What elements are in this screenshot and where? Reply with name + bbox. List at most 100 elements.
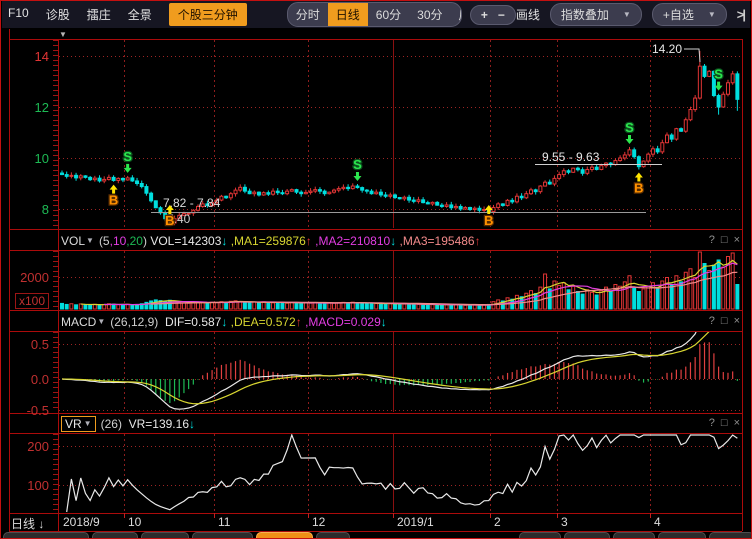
- date-label-2018/9: 2018/9: [63, 515, 100, 529]
- macd-scale-label: -0.5: [11, 403, 49, 418]
- pager-segment[interactable]: [92, 532, 138, 539]
- menu-item-1[interactable]: 诊股: [46, 6, 70, 23]
- chevron-down-icon: ▼: [84, 419, 92, 428]
- price-label-8: 8: [11, 202, 49, 217]
- pager-gap: [353, 532, 516, 539]
- buy-range-annotation: 9.55 - 9.63: [542, 150, 600, 164]
- vol-readout: (5,10,20) VOL=142303↓ ,MA1=259876↑ ,MA2=…: [99, 234, 481, 248]
- index-overlay-dropdown[interactable]: 指数叠加 ▼: [550, 3, 642, 26]
- vol-readout-seg-11: ↑: [475, 234, 481, 248]
- separator-line: [9, 513, 742, 514]
- vr-readout-seg-2: ↓: [189, 417, 195, 431]
- collapse-panel-icon[interactable]: >|: [737, 7, 744, 22]
- frame-vline: [742, 39, 743, 531]
- arrow-down-icon: ↓: [38, 517, 44, 531]
- buy-arrow-icon: [166, 205, 174, 214]
- maximize-icon[interactable]: □: [721, 234, 728, 246]
- vol-readout-seg-6: ,MA1=259876: [227, 234, 305, 248]
- vr-scale-label: 100: [11, 478, 49, 493]
- help-icon[interactable]: ?: [709, 417, 715, 429]
- vol-scale-label: 2000: [11, 270, 49, 285]
- vol-readout-seg-10: ,MA3=195486: [396, 234, 474, 248]
- date-label-11: 11: [218, 515, 230, 529]
- toolbar: F10 诊股擂庄全景 个股三分钟 分时日线60分30分周线▼ + − 画线 指数叠…: [2, 1, 750, 28]
- pager-segment[interactable]: [141, 532, 189, 539]
- axis-tick-ruler: [53, 434, 58, 512]
- vol-readout-seg-2: ,20: [126, 234, 143, 248]
- buy-marker: B: [165, 213, 174, 228]
- stock-app-window: F10诊股擂庄全景 个股三分钟 分时日线60分30分周线▼ + − 画线 指数叠…: [0, 0, 752, 539]
- zoom-out-button[interactable]: −: [498, 8, 505, 22]
- price-label-10: 10: [11, 151, 49, 166]
- help-icon[interactable]: ?: [709, 234, 715, 246]
- buy-arrow-icon: [110, 185, 118, 194]
- pager-segment[interactable]: [192, 532, 253, 539]
- macd-panel-icons: ? □ ×: [709, 315, 740, 327]
- chart-corner-dropdown[interactable]: ▼: [59, 30, 67, 39]
- period-tab-3[interactable]: 30分: [409, 3, 450, 26]
- pager-segment[interactable]: [709, 532, 752, 539]
- macd-readout-seg-5: ,MACD=0.029: [302, 315, 381, 329]
- date-pager: [3, 532, 752, 539]
- menu-item-3[interactable]: 全景: [128, 6, 152, 23]
- add-watchlist-button[interactable]: +自选 ▼: [652, 3, 727, 26]
- period-indicator-label: 日线: [11, 517, 35, 531]
- high-price-annotation: 14.20: [652, 42, 682, 56]
- pager-segment[interactable]: [316, 532, 350, 539]
- macd-readout-seg-0: (26,12,9): [110, 315, 165, 329]
- pager-segment[interactable]: [564, 532, 610, 539]
- maximize-icon[interactable]: □: [721, 417, 728, 429]
- stock-3min-button[interactable]: 个股三分钟: [169, 3, 247, 26]
- chevron-down-icon: ▼: [623, 10, 631, 19]
- period-tab-2[interactable]: 60分: [368, 3, 409, 26]
- draw-line-button[interactable]: 画线: [516, 6, 540, 23]
- toolbar-menu: F10 诊股擂庄全景: [8, 6, 169, 23]
- close-icon[interactable]: ×: [734, 234, 740, 246]
- menu-item-2[interactable]: 擂庄: [87, 6, 111, 23]
- vr-scale-label: 200: [11, 439, 49, 454]
- pager-segment[interactable]: [519, 532, 561, 539]
- buy-marker: B: [484, 213, 493, 228]
- vol-panel-icons: ? □ ×: [709, 234, 740, 246]
- period-tab-0[interactable]: 分时: [288, 3, 328, 26]
- vol-header: VOL ▼ (5,10,20) VOL=142303↓ ,MA1=259876↑…: [61, 231, 711, 250]
- macd-indicator-button[interactable]: MACD: [61, 315, 96, 329]
- date-label-4: 4: [654, 515, 661, 529]
- period-tab-1[interactable]: 日线: [328, 3, 368, 26]
- price-label-14: 14: [11, 49, 49, 64]
- macd-readout-seg-3: ,DEA=0.572: [227, 315, 295, 329]
- vol-indicator-button[interactable]: VOL: [61, 234, 85, 248]
- vr-panel-icons: ? □ ×: [709, 417, 740, 429]
- zoom-in-button[interactable]: +: [481, 8, 488, 22]
- sell-arrow-icon: [625, 135, 633, 144]
- vr-indicator-button[interactable]: VR ▼: [61, 416, 96, 432]
- chart-svg[interactable]: 7.407.82 - 7.849.55 - 9.6314.20BSBSBSBS: [1, 1, 752, 539]
- vol-readout-seg-8: ,MA2=210810: [312, 234, 390, 248]
- period-dropdown[interactable]: 周线▼: [451, 3, 462, 26]
- maximize-icon[interactable]: □: [721, 315, 728, 327]
- separator-line: [9, 229, 742, 230]
- vol-unit-label: x100: [15, 293, 49, 309]
- vr-readout-seg-0: (26): [101, 417, 129, 431]
- close-icon[interactable]: ×: [734, 315, 740, 327]
- pager-segment[interactable]: [3, 532, 89, 539]
- vol-readout-seg-0: (5: [99, 234, 110, 248]
- macd-readout-seg-1: DIF=0.587: [165, 315, 221, 329]
- pager-segment[interactable]: [658, 532, 706, 539]
- chevron-down-icon[interactable]: ▼: [97, 317, 105, 326]
- period-indicator[interactable]: 日线 ↓: [11, 515, 44, 532]
- separator-line: [9, 433, 742, 434]
- menu-item-0[interactable]: F10: [8, 6, 29, 23]
- pager-segment-active[interactable]: [256, 532, 313, 539]
- pager-segment[interactable]: [613, 532, 655, 539]
- price-label-12: 12: [11, 100, 49, 115]
- close-icon[interactable]: ×: [734, 417, 740, 429]
- separator-line: [9, 39, 742, 40]
- separator-line: [9, 331, 742, 332]
- vol-readout-seg-1: ,10: [110, 234, 127, 248]
- separator-line: [9, 250, 742, 251]
- chevron-down-icon[interactable]: ▼: [86, 236, 94, 245]
- zoom-pill: + −: [470, 5, 516, 25]
- help-icon[interactable]: ?: [709, 315, 715, 327]
- sell-marker: S: [714, 67, 723, 82]
